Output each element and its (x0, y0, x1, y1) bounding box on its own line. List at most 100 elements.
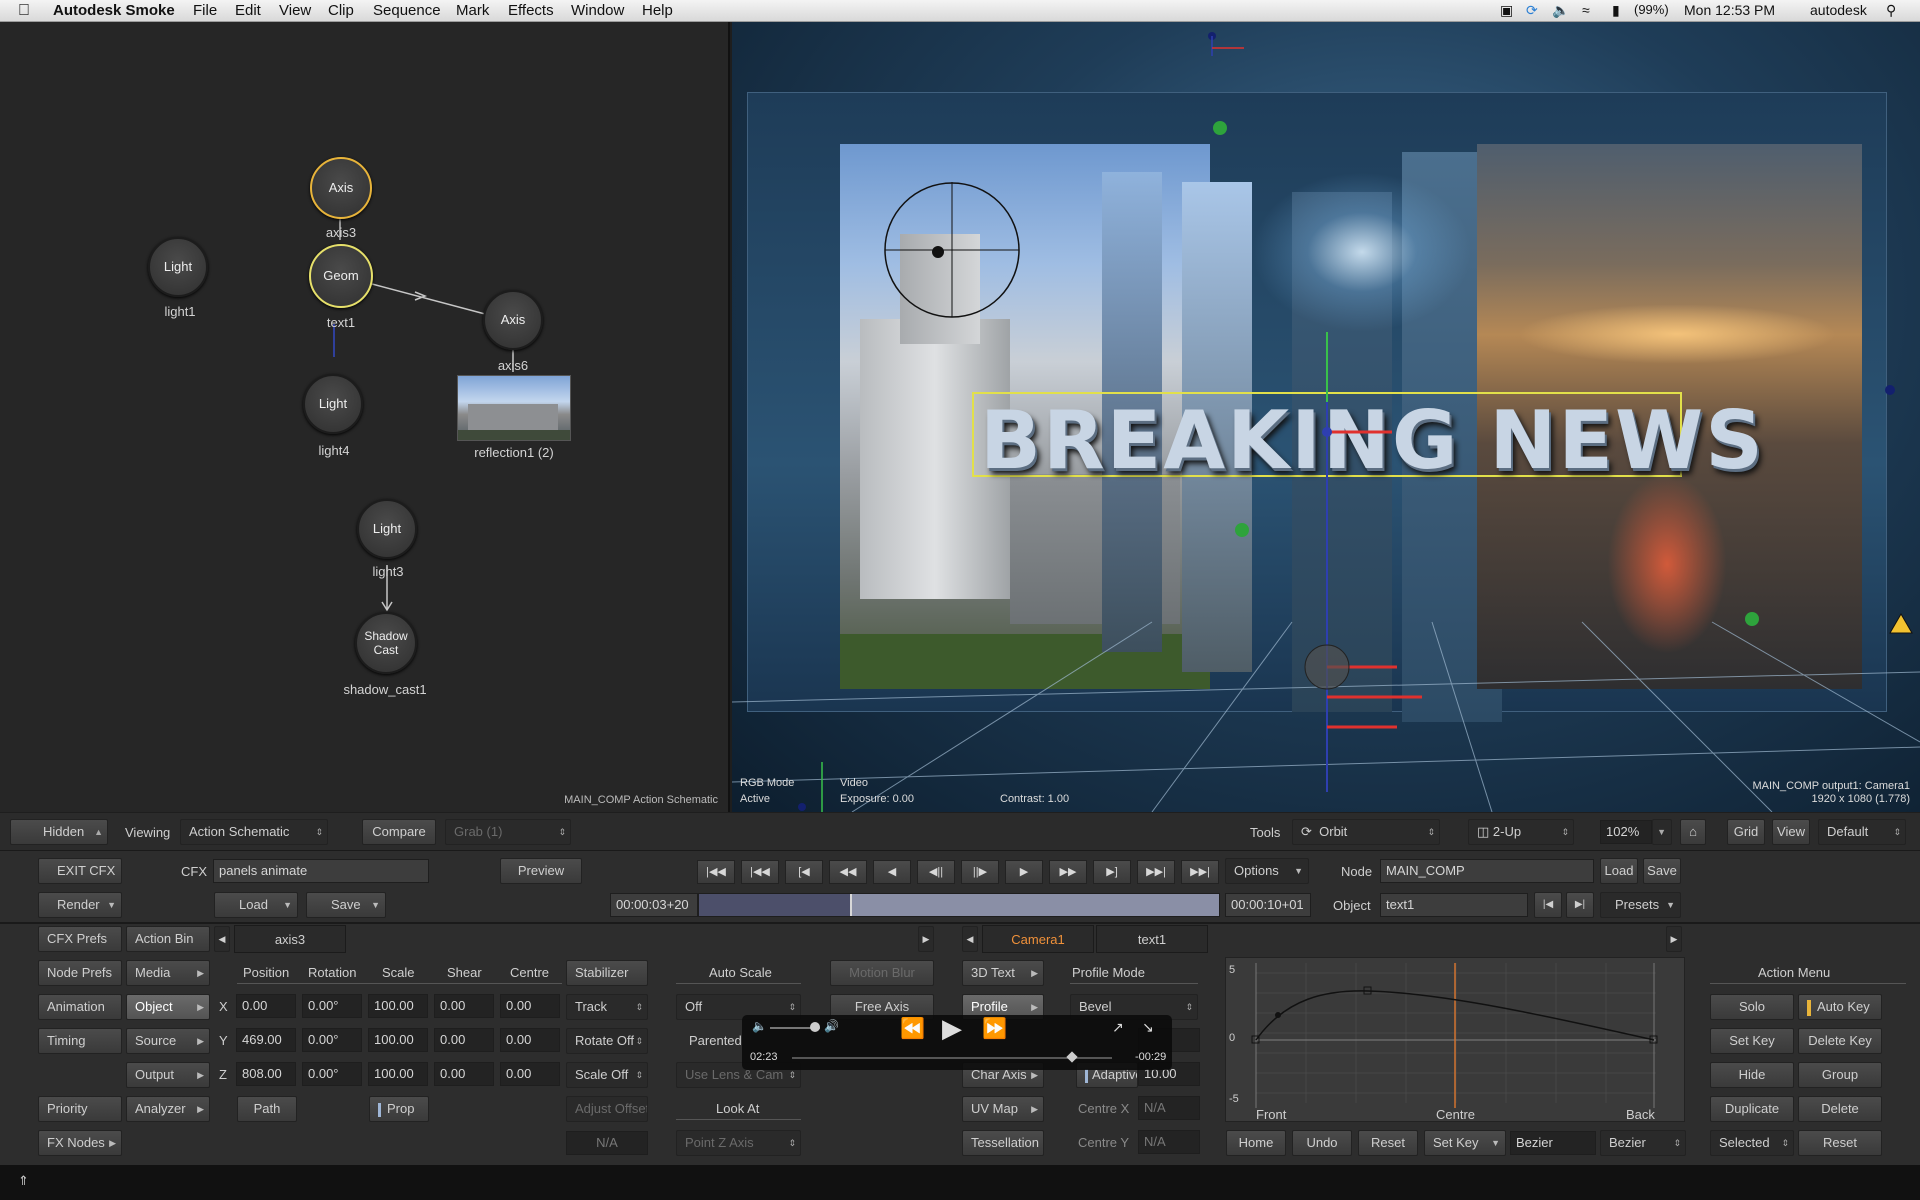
viewer-camera1[interactable]: BREAKING NEWS RGB Mode Active Video Expo… (732, 22, 1920, 812)
clock[interactable]: Mon 12:53 PM (1684, 2, 1775, 18)
output-button[interactable]: Output ▶ (126, 1062, 210, 1088)
rotation-x-field[interactable]: 0.00° (302, 994, 362, 1018)
node-save-button[interactable]: Save (1643, 858, 1681, 884)
preview-button[interactable]: Preview (500, 858, 582, 884)
prev-edit-icon[interactable]: ◀◀ (829, 860, 867, 884)
render-dropdown[interactable]: Render ▼ (38, 892, 122, 918)
grab-dropdown[interactable]: Grab (1) ⇕ (445, 819, 571, 845)
uv-map-button[interactable]: UV Map ▶ (962, 1096, 1044, 1122)
volume-thumb[interactable] (810, 1022, 820, 1032)
interpolation-dropdown[interactable]: Bezier ⇕ (1600, 1130, 1686, 1156)
path-button[interactable]: Path (237, 1096, 297, 1122)
viewer-gizmos[interactable] (732, 22, 1920, 812)
graph-undo-button[interactable]: Undo (1292, 1130, 1352, 1156)
tessellation-button[interactable]: Tessellation (962, 1130, 1044, 1156)
point-z-axis-dropdown[interactable]: Point Z Axis ⇕ (676, 1130, 801, 1156)
layout-dropdown[interactable]: ◫ 2-Up ⇕ (1468, 819, 1574, 845)
menu-file[interactable]: File (193, 2, 217, 19)
source-button[interactable]: Source ▶ (126, 1028, 210, 1054)
zoom-field[interactable]: 102% (1600, 820, 1652, 844)
zoom-dropdown[interactable]: ▼ (1652, 819, 1672, 845)
default-dropdown[interactable]: Default ⇕ (1818, 819, 1906, 845)
fast-forward-icon[interactable]: ⏩ (982, 1016, 1007, 1041)
tab-left-icon-2[interactable]: ◀ (962, 926, 978, 952)
rotation-y-field[interactable]: 0.00° (302, 1028, 362, 1052)
graph-reset-button[interactable]: Reset (1358, 1130, 1418, 1156)
play-reverse-icon[interactable]: ◀|| (917, 860, 955, 884)
media-player-overlay[interactable]: 🔈 🔊 ⏪ ▶ ⏩ ↗ ↘ 02:23 -00:29 (742, 1013, 1172, 1070)
exit-cfx-button[interactable]: EXIT CFX (38, 858, 122, 884)
tab-right-icon-2[interactable]: ▶ (1666, 926, 1682, 952)
sync-icon[interactable]: ⟳ (1526, 2, 1538, 19)
scale-z-field[interactable]: 100.00 (368, 1062, 428, 1086)
next-keyframe-icon[interactable]: ▶▶| (1137, 860, 1175, 884)
centre-y-field[interactable]: 0.00 (500, 1028, 560, 1052)
centre-z-field[interactable]: 0.00 (500, 1062, 560, 1086)
group-button[interactable]: Group (1798, 1062, 1882, 1088)
play-icon[interactable]: ▶ (942, 1013, 962, 1044)
node-light4[interactable]: Light (303, 374, 363, 434)
shear-z-field[interactable]: 0.00 (434, 1062, 494, 1086)
prop-button[interactable]: Prop (369, 1096, 429, 1122)
prev-object-icon[interactable]: |◀ (1534, 892, 1562, 918)
menu-window[interactable]: Window (571, 2, 624, 19)
node-name-field[interactable]: MAIN_COMP (1380, 859, 1594, 883)
wifi-icon[interactable]: ≈ (1582, 2, 1590, 18)
options-dropdown[interactable]: Options ▼ (1225, 858, 1309, 884)
cfx-prefs-button[interactable]: CFX Prefs (38, 926, 122, 952)
camera-icon[interactable]: ▣ (1500, 2, 1513, 19)
node-axis6[interactable]: Axis (483, 290, 543, 350)
auto-key-button[interactable]: Auto Key (1798, 994, 1882, 1020)
action-bin-button[interactable]: Action Bin (126, 926, 210, 952)
hide-button[interactable]: Hide (1710, 1062, 1794, 1088)
node-text1[interactable]: Geom (309, 244, 373, 308)
battery-icon[interactable]: ▮ (1612, 2, 1620, 19)
rotation-z-field[interactable]: 0.00° (302, 1062, 362, 1086)
tab-camera1[interactable]: Camera1 (982, 925, 1094, 953)
grid-button[interactable]: Grid (1727, 819, 1765, 845)
play-icon[interactable]: ▶ (1005, 860, 1043, 884)
share-icon[interactable]: ↗ (1112, 1019, 1124, 1036)
spotlight-icon[interactable]: ⚲ (1886, 2, 1896, 19)
viewing-dropdown[interactable]: Action Schematic ⇕ (180, 819, 328, 845)
next-object-icon[interactable]: ▶| (1566, 892, 1594, 918)
scale-y-field[interactable]: 100.00 (368, 1028, 428, 1052)
menu-mark[interactable]: Mark (456, 2, 489, 19)
app-name[interactable]: Autodesk Smoke (53, 2, 175, 19)
hidden-dropdown[interactable]: Hidden ▲ (10, 819, 108, 845)
view-button[interactable]: View (1772, 819, 1810, 845)
position-x-field[interactable]: 0.00 (236, 994, 296, 1018)
menu-edit[interactable]: Edit (235, 2, 261, 19)
selected-dropdown[interactable]: Selected ⇕ (1710, 1130, 1794, 1156)
prev-keyframe-icon[interactable]: |◀◀ (741, 860, 779, 884)
interpolation-field[interactable]: Bezier (1510, 1131, 1596, 1155)
position-z-field[interactable]: 808.00 (236, 1062, 296, 1086)
go-to-start-icon[interactable]: |◀◀ (697, 860, 735, 884)
cfx-name-field[interactable]: panels animate (213, 859, 429, 883)
timecode-in-field[interactable]: 00:00:03+20 (610, 893, 698, 917)
profile-curve-svg[interactable] (1226, 958, 1686, 1123)
presets-dropdown[interactable]: Presets ▼ (1600, 892, 1681, 918)
graph-home-button[interactable]: Home (1226, 1130, 1286, 1156)
shear-x-field[interactable]: 0.00 (434, 994, 494, 1018)
track-dropdown[interactable]: Track ⇕ (566, 994, 648, 1020)
home-icon[interactable]: ⌂ (1680, 819, 1706, 845)
scale-x-field[interactable]: 100.00 (368, 994, 428, 1018)
prev-mark-icon[interactable]: [◀ (785, 860, 823, 884)
centre-x-field[interactable]: 0.00 (500, 994, 560, 1018)
node-light1[interactable]: Light (148, 237, 208, 297)
node-light3[interactable]: Light (357, 499, 417, 559)
node-prefs-button[interactable]: Node Prefs (38, 960, 122, 986)
motion-blur-button[interactable]: Motion Blur (830, 960, 934, 986)
tab-right-icon[interactable]: ▶ (918, 926, 934, 952)
timeline-playhead[interactable] (849, 894, 852, 916)
object-button[interactable]: Object ▶ (126, 994, 210, 1020)
menu-effects[interactable]: Effects (508, 2, 554, 19)
node-shadow-cast[interactable]: Shadow Cast (355, 612, 417, 674)
compare-button[interactable]: Compare (362, 819, 436, 845)
menu-help[interactable]: Help (642, 2, 673, 19)
play-forward-icon[interactable]: ||▶ (961, 860, 999, 884)
menu-clip[interactable]: Clip (328, 2, 354, 19)
orbit-dropdown[interactable]: ⟳ Orbit ⇕ (1292, 819, 1440, 845)
shear-y-field[interactable]: 0.00 (434, 1028, 494, 1052)
